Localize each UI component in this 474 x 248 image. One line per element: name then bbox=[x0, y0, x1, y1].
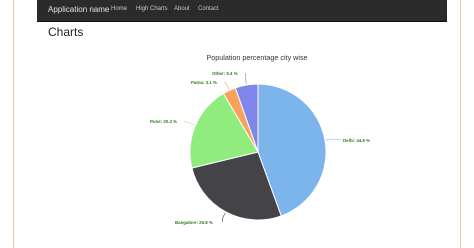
data-label-delhi: Delhi: 44.5 % bbox=[343, 138, 370, 143]
connector-other bbox=[245, 72, 247, 85]
connector-pune bbox=[183, 120, 195, 126]
pie-chart: Population percentage city wise Delhi: 4… bbox=[150, 53, 370, 225]
chart-title: Population percentage city wise bbox=[206, 53, 307, 62]
connector-delhi bbox=[325, 138, 342, 141]
connector-bangalore bbox=[222, 212, 226, 223]
data-label-pune: Pune: 20.3 % bbox=[150, 119, 177, 124]
data-label-patna: Patna: 3.1 % bbox=[191, 80, 217, 85]
data-label-bangalore: Bangalore: 26.8 % bbox=[175, 220, 213, 225]
data-label-other: Other: 5.4 % bbox=[212, 71, 238, 76]
connector-patna bbox=[224, 81, 230, 90]
